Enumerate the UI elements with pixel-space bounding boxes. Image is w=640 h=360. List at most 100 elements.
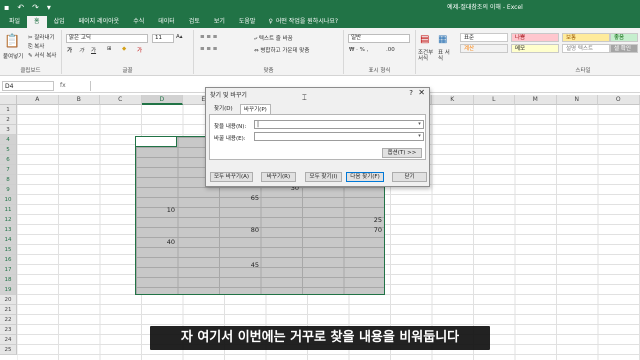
style-chip[interactable]: 표준 [460,33,508,42]
column-header[interactable]: O [598,95,640,105]
paste-icon[interactable]: 📋 [4,34,20,49]
row-header[interactable]: 22 [0,315,17,325]
wrap-text-button[interactable]: ⤶ 텍스트 줄 바꿈 [254,34,293,43]
font-color-icon[interactable]: 가 [137,46,142,54]
column-header[interactable]: A [17,95,59,105]
align-top-icon[interactable]: ≡ ≡ ≡ [200,34,217,40]
row-header[interactable]: 20 [0,295,17,305]
replace-button[interactable]: 바꾸기(R) [261,172,296,182]
row-header[interactable]: 24 [0,335,17,345]
row-header[interactable]: 19 [0,285,17,295]
row-header[interactable]: 16 [0,255,17,265]
row-header[interactable]: 17 [0,265,17,275]
decimal-icon[interactable]: .00 [386,47,395,53]
style-chip[interactable]: 설명 텍스트 [562,44,610,53]
tab-view[interactable]: 보기 [207,16,232,28]
row-header[interactable]: 10 [0,195,17,205]
row-header[interactable]: 3 [0,125,17,135]
align-left-icon[interactable]: ≡ ≡ ≡ [200,46,217,52]
dialog-close-button[interactable]: 닫기 [392,172,427,182]
row-header[interactable]: 5 [0,145,17,155]
style-chip[interactable]: 계산 [460,44,508,53]
bold-icon[interactable]: 가 [67,46,72,54]
border-icon[interactable]: ⊞ [107,46,112,52]
row-header[interactable]: 13 [0,225,17,235]
replace-input[interactable]: ▾ [254,132,424,141]
cell-value[interactable]: 10 [136,205,177,215]
column-header[interactable]: M [515,95,557,105]
row-header[interactable]: 8 [0,175,17,185]
column-header[interactable]: L [473,95,515,105]
copy-button[interactable]: ⎘ 복사 [28,42,44,51]
italic-icon[interactable]: 가 [79,46,84,54]
cell-value[interactable]: 80 [220,225,261,235]
find-all-button[interactable]: 모두 찾기(I) [305,172,342,182]
conditional-format-label[interactable]: 조건부 서식 [418,50,434,62]
tab-data[interactable]: 데이터 [151,16,182,28]
cell-value[interactable]: 45 [220,260,261,270]
font-size-select[interactable]: 11 [152,34,174,43]
row-header[interactable]: 21 [0,305,17,315]
row-header[interactable]: 7 [0,165,17,175]
active-cell[interactable] [135,136,177,147]
select-all-corner[interactable] [0,95,17,105]
style-chip[interactable]: 메모 [511,44,559,53]
tab-find[interactable]: 찾기(D) [211,104,236,114]
column-header[interactable]: K [432,95,474,105]
style-chip[interactable]: 셀 확인 [610,44,638,53]
cell-value[interactable]: 65 [220,193,261,203]
underline-icon[interactable]: 가 [91,46,96,54]
tab-formulas[interactable]: 수식 [126,16,151,28]
row-header[interactable]: 23 [0,325,17,335]
row-header[interactable]: 18 [0,275,17,285]
row-header[interactable]: 15 [0,245,17,255]
column-header[interactable]: B [58,95,100,105]
tab-review[interactable]: 검토 [182,16,207,28]
tell-me-box[interactable]: ♀ 어떤 작업을 원하시나요? [268,16,338,28]
format-painter-button[interactable]: ✎ 서식 복사 [28,51,56,59]
help-icon[interactable]: ? [409,89,413,97]
fill-color-icon[interactable]: ◆ [122,46,126,52]
row-header[interactable]: 25 [0,345,17,355]
merge-center-button[interactable]: ⇔ 병합하고 가운데 맞춤 [254,46,309,54]
tab-file[interactable]: 파일 [2,16,27,28]
row-header[interactable]: 1 [0,105,17,115]
table-format-icon[interactable]: ▦ [438,34,447,45]
find-next-button[interactable]: 다음 찾기(F) [346,172,384,182]
replace-dropdown-icon[interactable]: ▾ [416,133,423,140]
column-header[interactable]: N [556,95,598,105]
column-header[interactable]: D [141,95,183,105]
row-header[interactable]: 11 [0,205,17,215]
cell-value[interactable]: 70 [343,225,384,235]
style-chip[interactable]: 나쁨 [511,33,559,42]
row-header[interactable]: 14 [0,235,17,245]
name-box[interactable]: D4 [2,81,54,91]
table-format-label[interactable]: 표 서식 [438,50,452,62]
cell-value[interactable]: 25 [343,215,384,225]
row-header[interactable]: 4 [0,135,17,145]
find-input[interactable]: | ▾ [254,120,424,129]
row-header[interactable]: 2 [0,115,17,125]
font-name-select[interactable]: 맑은 고딕 [66,34,148,43]
currency-icon[interactable]: ₩ · % , [349,47,368,53]
conditional-format-icon[interactable]: ▤ [420,34,429,45]
style-chip[interactable]: 보통 [562,33,610,42]
column-header[interactable]: C [100,95,142,105]
tab-home[interactable]: 홈 [27,16,47,28]
tab-help[interactable]: 도움말 [232,16,263,28]
close-icon[interactable]: ✕ [418,88,425,97]
row-header[interactable]: 9 [0,185,17,195]
grow-font-icon[interactable]: A▴ [176,34,183,40]
replace-all-button[interactable]: 모두 바꾸기(A) [210,172,253,182]
row-header[interactable]: 12 [0,215,17,225]
tab-insert[interactable]: 삽입 [47,16,72,28]
fx-icon[interactable]: fx [60,81,66,91]
number-format-select[interactable]: 일반 [348,34,410,43]
row-header[interactable]: 6 [0,155,17,165]
tab-page-layout[interactable]: 페이지 레이아웃 [72,16,127,28]
tab-replace[interactable]: 바꾸기(P) [240,104,271,114]
paste-button[interactable]: 붙여넣기 [3,52,23,60]
cell-value[interactable]: 40 [136,237,177,247]
options-button[interactable]: 옵션(T) >> [382,148,422,158]
cut-button[interactable]: ✂ 잘라내기 [28,33,55,41]
